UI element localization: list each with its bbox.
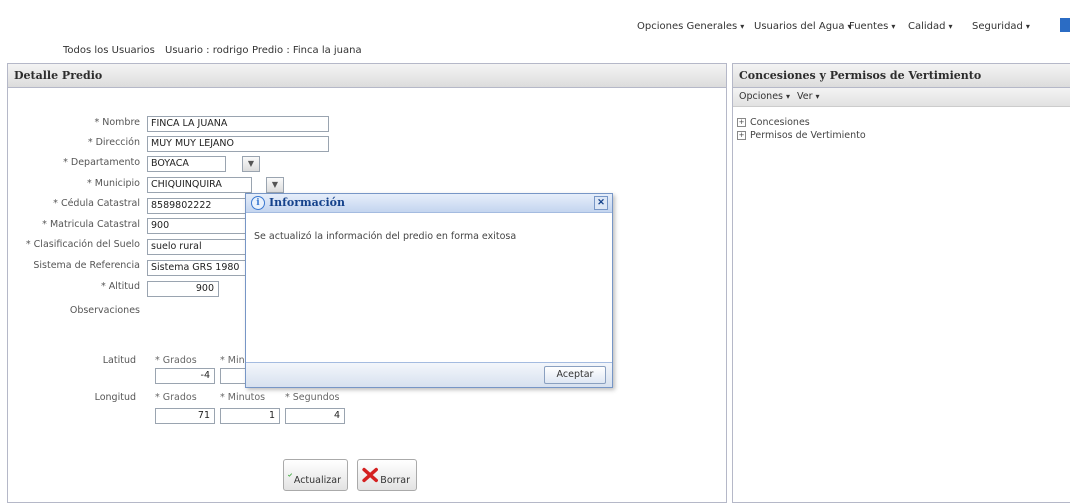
caret-down-icon: ▾ — [948, 22, 953, 31]
label-sistema-referencia: Sistema de Referencia — [33, 260, 140, 271]
longitud-segundos-field[interactable]: 4 — [285, 408, 345, 424]
label-clasificacion-suelo: * Clasificación del Suelo — [25, 239, 140, 250]
direccion-field[interactable]: MUY MUY LEJANO — [147, 136, 329, 152]
tree-item-permisos-vertimiento[interactable]: + Permisos de Vertimiento — [737, 130, 866, 141]
opciones-label: Opciones — [739, 91, 783, 102]
close-icon[interactable]: ✕ — [594, 196, 608, 210]
concesiones-panel: Concesiones y Permisos de Vertimiento Op… — [732, 63, 1070, 503]
opciones-menu-button[interactable]: Opciones ▾ — [739, 91, 790, 102]
longitud-grados-field[interactable]: 71 — [155, 408, 215, 424]
borrar-button[interactable]: Borrar — [357, 459, 417, 491]
panel-title: Concesiones y Permisos de Vertimiento — [733, 64, 1070, 88]
municipio-select[interactable]: CHIQUINQUIRA — [147, 177, 252, 193]
label-altitud: * Altitud — [100, 281, 140, 292]
tree-item-label: Permisos de Vertimiento — [750, 130, 866, 141]
breadcrumb-user[interactable]: Usuario : rodrigo — [165, 45, 248, 56]
label-direccion: * Dirección — [87, 137, 140, 148]
ver-menu-button[interactable]: Ver ▾ — [797, 91, 820, 102]
longitud-minutos-label: * Minutos — [220, 392, 266, 403]
menu-fuentes[interactable]: Fuentes ▾ — [849, 21, 895, 32]
clasificacion-suelo-select[interactable]: suelo rural — [147, 239, 247, 255]
menu-label: Opciones Generales — [637, 21, 738, 32]
caret-down-icon: ▾ — [815, 92, 820, 101]
departamento-select[interactable]: BOYACA — [147, 156, 226, 172]
longitud-segundos-label: * Segundos — [285, 392, 340, 403]
longitud-grados-label: * Grados — [155, 392, 197, 403]
label-nombre: * Nombre — [94, 117, 140, 128]
tree-item-label: Concesiones — [750, 117, 810, 128]
label-matricula-catastral: * Matricula Catastral — [42, 219, 140, 230]
altitud-field[interactable]: 900 — [147, 281, 219, 297]
form-labels: * Nombre * Dirección * Departamento * Mu… — [0, 0, 140, 502]
menu-usuarios-agua[interactable]: Usuarios del Agua ▾ — [754, 21, 852, 32]
caret-down-icon: ▾ — [1025, 22, 1030, 31]
longitud-minutos-field[interactable]: 1 — [220, 408, 280, 424]
label-longitud: Longitud — [94, 392, 136, 403]
menu-opciones-generales[interactable]: Opciones Generales ▾ — [637, 21, 744, 32]
informacion-dialog: i Información ✕ Se actualizó la informac… — [245, 193, 613, 388]
checkmark-icon — [288, 473, 292, 477]
dialog-message: Se actualizó la información del predio e… — [254, 231, 517, 242]
caret-down-icon: ▾ — [740, 22, 745, 31]
label-latitud: Latitud — [102, 355, 136, 366]
tree-item-concesiones[interactable]: + Concesiones — [737, 117, 810, 128]
concesiones-toolbar: Opciones ▾ Ver ▾ — [733, 88, 1070, 107]
breadcrumb-predio: Predio : Finca la juana — [252, 45, 362, 56]
menu-label: Usuarios del Agua — [754, 21, 845, 32]
menu-label: Calidad — [908, 21, 946, 32]
caret-down-icon: ▾ — [786, 92, 791, 101]
expand-plus-icon[interactable]: + — [737, 118, 746, 127]
expand-plus-icon[interactable]: + — [737, 131, 746, 140]
aceptar-button[interactable]: Aceptar — [544, 366, 606, 384]
menu-seguridad[interactable]: Seguridad ▾ — [972, 21, 1030, 32]
latitud-grados-field[interactable]: -4 — [155, 368, 215, 384]
info-icon: i — [251, 196, 265, 210]
menu-overflow-icon[interactable] — [1060, 18, 1070, 32]
delete-x-icon — [362, 467, 378, 483]
cedula-catastral-field[interactable]: 8589802222 — [147, 198, 247, 214]
actualizar-label: Actualizar — [293, 475, 341, 486]
chevron-down-icon[interactable]: ▼ — [266, 177, 284, 193]
menu-label: Seguridad — [972, 21, 1023, 32]
dialog-title-bar: i Información ✕ — [246, 194, 612, 213]
nombre-field[interactable]: FINCA LA JUANA — [147, 116, 329, 132]
actualizar-button[interactable]: Actualizar — [283, 459, 348, 491]
caret-down-icon: ▾ — [891, 22, 896, 31]
menu-label: Fuentes — [849, 21, 889, 32]
chevron-down-icon[interactable]: ▼ — [242, 156, 260, 172]
latitud-grados-label: * Grados — [155, 355, 197, 366]
menu-calidad[interactable]: Calidad ▾ — [908, 21, 953, 32]
sistema-referencia-select[interactable]: Sistema GRS 1980 — [147, 260, 247, 276]
matricula-catastral-field[interactable]: 900 — [147, 218, 247, 234]
ver-label: Ver — [797, 91, 813, 102]
dialog-footer: Aceptar — [246, 362, 612, 387]
label-departamento: * Departamento — [63, 157, 140, 168]
borrar-label: Borrar — [380, 475, 410, 486]
dialog-title: Información — [269, 196, 345, 209]
label-observaciones: Observaciones — [69, 305, 140, 316]
label-cedula-catastral: * Cédula Catastral — [53, 198, 140, 209]
label-municipio: * Municipio — [87, 178, 140, 189]
